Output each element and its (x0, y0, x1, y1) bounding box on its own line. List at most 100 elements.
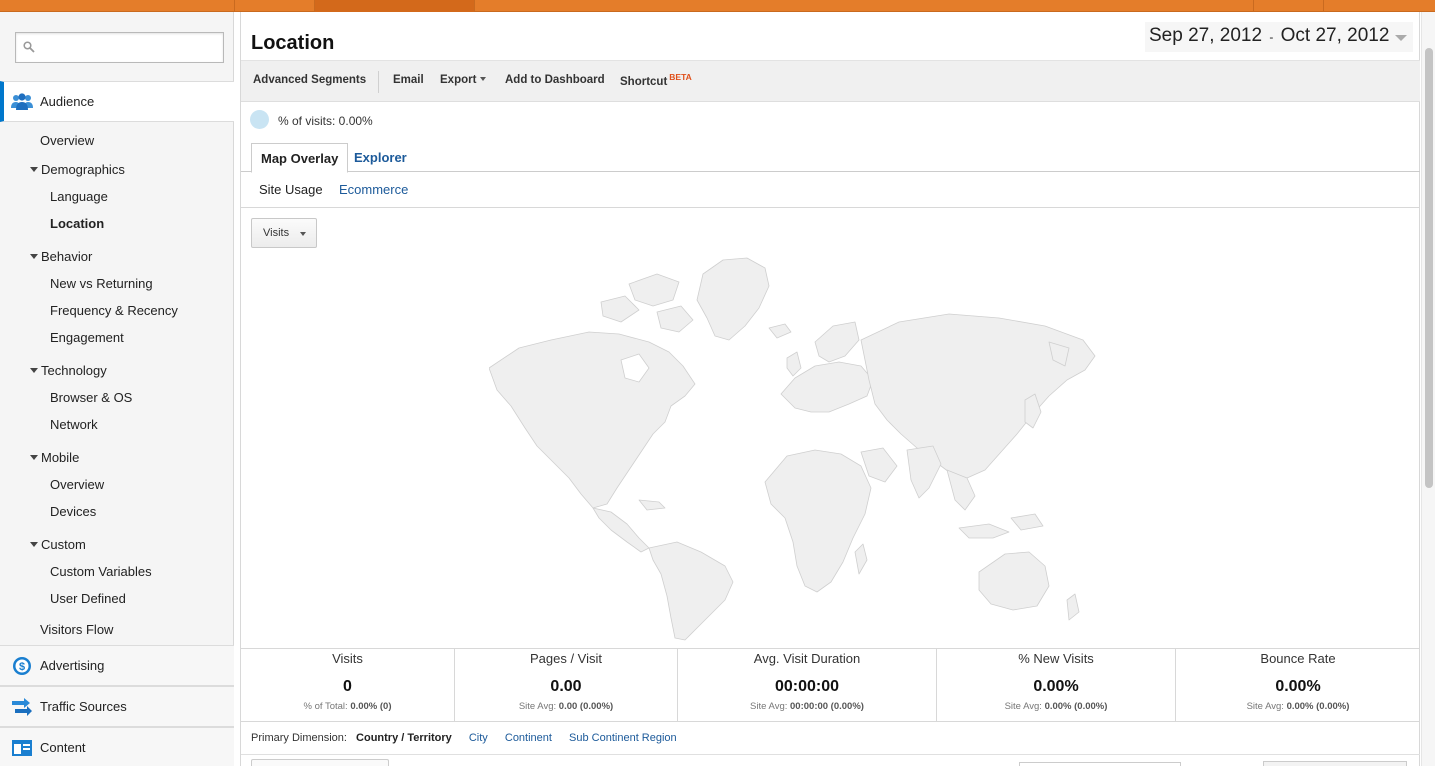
sidebar-item-user-defined[interactable]: User Defined (50, 591, 126, 606)
segment-percent-text: % of visits: 0.00% (278, 114, 373, 128)
map-region (860, 313, 1096, 479)
top-nav-segment[interactable] (474, 0, 629, 12)
tab-map-overlay[interactable]: Map Overlay (251, 143, 349, 173)
sidebar-item-devices[interactable]: Devices (50, 504, 96, 519)
segment-pie-icon (250, 110, 269, 129)
sidebar-item-browser-os[interactable]: Browser & OS (50, 390, 132, 405)
scorecards: Visits 0 % of Total: 0.00% (0) Pages / V… (241, 648, 1420, 722)
map-region (978, 551, 1050, 611)
sidebar-group-custom[interactable]: Custom (30, 537, 86, 552)
sidebar-section-audience[interactable]: Audience (0, 81, 234, 122)
dimension-sub-continent-region[interactable]: Sub Continent Region (569, 732, 677, 744)
scorecard-subtext: % of Total: 0.00% (0) (303, 701, 392, 712)
sidebar-section-traffic-sources[interactable]: Traffic Sources (0, 686, 234, 727)
scorecard-name: % New Visits (1018, 651, 1094, 666)
page-scrollbar[interactable] (1421, 12, 1435, 766)
chevron-down-icon (1395, 35, 1407, 41)
top-nav-segment-active[interactable] (314, 0, 474, 12)
primary-dimension-bar: Primary Dimension: Country / Territory C… (251, 732, 677, 744)
sidebar-item-network[interactable]: Network (50, 417, 98, 432)
svg-text:$: $ (19, 661, 25, 673)
scorecard-subtext: Site Avg: 0.00% (0.00%) (1004, 701, 1108, 712)
scorecard-avg-visit-duration: Avg. Visit Duration 00:00:00 Site Avg: 0… (678, 649, 937, 721)
scorecard-value: 0.00% (1275, 678, 1321, 695)
subtab-ecommerce[interactable]: Ecommerce (339, 182, 408, 197)
map-region (600, 295, 640, 323)
sidebar-item-engagement[interactable]: Engagement (50, 330, 124, 345)
map-region (860, 447, 898, 483)
sidebar-item-custom-variables[interactable]: Custom Variables (50, 564, 152, 579)
date-end: Oct 27, 2012 (1280, 25, 1390, 46)
sidebar-section-label: Content (40, 740, 86, 755)
sidebar-group-demographics[interactable]: Demographics (30, 162, 125, 177)
dollar-icon: $ (13, 657, 31, 675)
scorecard-subtext: Site Avg: 0.00% (0.00%) (1246, 701, 1350, 712)
table-search-input[interactable] (1019, 762, 1181, 766)
export-button[interactable]: Export (440, 74, 487, 86)
scrollbar-thumb[interactable] (1425, 48, 1433, 488)
search-box (15, 32, 224, 63)
map-region (1066, 593, 1080, 621)
dimension-continent[interactable]: Continent (505, 732, 552, 744)
scorecard-name: Avg. Visit Duration (753, 651, 861, 666)
table-view-toggle[interactable] (1263, 761, 1407, 766)
table-controls-row (241, 754, 1420, 766)
toolbar-divider (378, 71, 379, 93)
search-icon (23, 41, 35, 53)
email-button[interactable]: Email (393, 74, 424, 86)
sidebar-item-frequency-recency[interactable]: Frequency & Recency (50, 303, 178, 318)
scorecard-bounce-rate: Bounce Rate 0.00% Site Avg: 0.00% (0.00%… (1176, 649, 1420, 721)
date-separator: - (1269, 30, 1274, 44)
scorecard-name: Bounce Rate (1260, 651, 1336, 666)
scorecard-value: 0.00% (1033, 678, 1079, 695)
sidebar-section-label: Advertising (40, 658, 105, 673)
search-input[interactable] (40, 37, 218, 59)
map-region (814, 321, 860, 363)
map-region (854, 543, 868, 575)
sidebar-group-mobile[interactable]: Mobile (30, 450, 79, 465)
sidebar-item-overview[interactable]: Overview (40, 133, 94, 148)
chevron-down-icon (480, 77, 487, 81)
collapse-triangle-icon (30, 167, 38, 172)
add-to-dashboard-button[interactable]: Add to Dashboard (505, 74, 605, 86)
scorecard-subtext: Site Avg: 0.00 (0.00%) (518, 701, 614, 712)
subtab-site-usage[interactable]: Site Usage (259, 182, 323, 197)
top-nav-segment[interactable] (234, 0, 314, 12)
collapse-triangle-icon (30, 455, 38, 460)
shortcut-button[interactable]: Shortcut BETA (620, 72, 692, 88)
dimension-country-territory[interactable]: Country / Territory (356, 732, 452, 744)
map-region (764, 449, 872, 593)
top-nav-segment[interactable] (1253, 0, 1323, 12)
top-nav-segment[interactable] (1323, 0, 1435, 12)
world-map[interactable] (489, 256, 1101, 642)
scorecard-pages-per-visit: Pages / Visit 0.00 Site Avg: 0.00 (0.00%… (455, 649, 678, 721)
main-content: Location Sep 27, 2012 - Oct 27, 2012 Adv… (240, 12, 1420, 766)
scorecard-name: Pages / Visit (529, 651, 603, 666)
sidebar-section-content[interactable]: Content (0, 727, 234, 766)
date-range-picker[interactable]: Sep 27, 2012 - Oct 27, 2012 (1145, 22, 1413, 52)
sidebar-item-new-vs-returning[interactable]: New vs Returning (50, 276, 153, 291)
map-region (1010, 513, 1044, 531)
sidebar-group-behavior[interactable]: Behavior (30, 249, 92, 264)
beta-badge: BETA (669, 72, 692, 82)
sidebar-item-mobile-overview[interactable]: Overview (50, 477, 104, 492)
scorecard-value: 0 (343, 678, 352, 695)
collapse-triangle-icon (30, 254, 38, 259)
sidebar-section-advertising[interactable]: $ Advertising (0, 645, 234, 686)
sidebar-item-language[interactable]: Language (50, 189, 108, 204)
scorecard-name: Visits (332, 651, 363, 666)
map-region (592, 507, 650, 553)
tab-explorer[interactable]: Explorer (345, 143, 416, 172)
page-title: Location (251, 32, 335, 54)
advanced-segments-button[interactable]: Advanced Segments (253, 74, 366, 86)
scorecard-subtext: Site Avg: 00:00:00 (0.00%) (750, 701, 864, 712)
scorecard-value: 00:00:00 (774, 678, 840, 695)
sidebar-group-technology[interactable]: Technology (30, 363, 107, 378)
metric-dropdown[interactable]: Visits (251, 218, 317, 248)
date-start: Sep 27, 2012 (1149, 25, 1263, 46)
sidebar-item-visitors-flow[interactable]: Visitors Flow (40, 622, 113, 637)
secondary-dimension-button[interactable] (251, 759, 389, 766)
sidebar-item-location[interactable]: Location (50, 216, 104, 231)
dimension-city[interactable]: City (469, 732, 488, 744)
map-region (768, 323, 792, 339)
